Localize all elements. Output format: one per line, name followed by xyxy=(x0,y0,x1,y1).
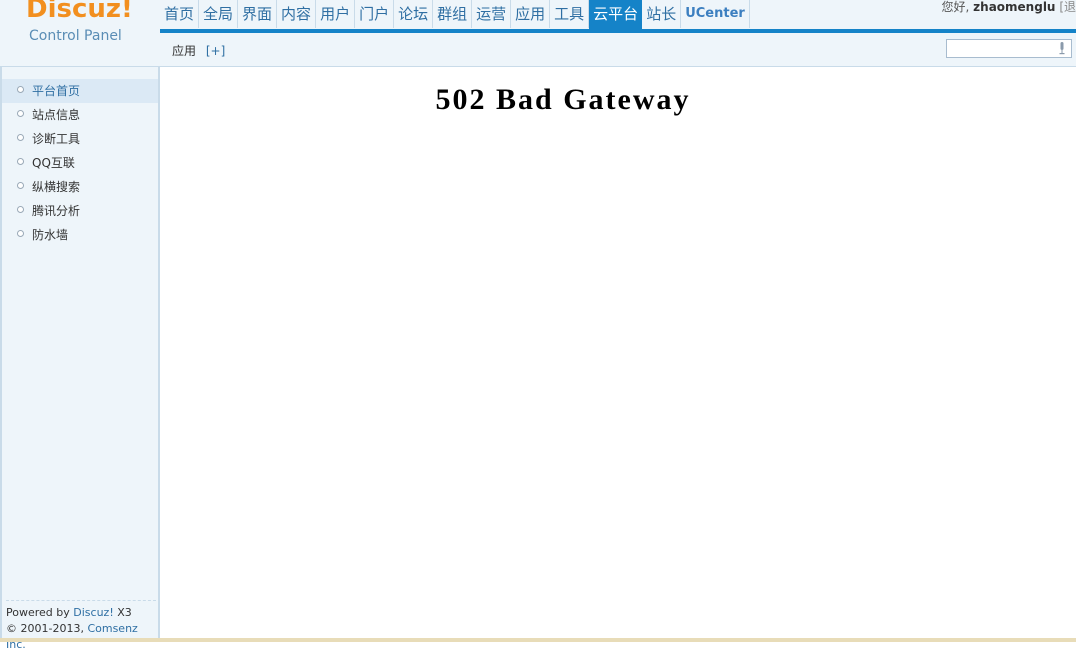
logo[interactable]: Discuz! Control Panel xyxy=(0,0,158,66)
copyright: © 2001-2013, Comsenz Inc. xyxy=(6,621,156,653)
sidebar-item-label: 诊断工具 xyxy=(32,132,81,146)
nav-item-cloud[interactable]: 云平台 xyxy=(589,0,643,30)
subnav: 应用 [+] xyxy=(172,42,225,59)
logout-link[interactable]: [退 xyxy=(1059,0,1076,14)
logo-brand: Discuz! xyxy=(26,0,133,24)
bullet-icon xyxy=(17,230,24,237)
nav-item-apps[interactable]: 应用 xyxy=(511,0,551,28)
top-nav: 首页 全局 界面 内容 用户 门户 论坛 群组 运营 应用 工具 云平台 站长 … xyxy=(160,0,750,30)
bullet-icon xyxy=(17,110,24,117)
nav-item-users[interactable]: 用户 xyxy=(316,0,356,28)
sidebar-item-diagnostic[interactable]: 诊断工具 xyxy=(2,127,158,151)
nav-rule xyxy=(160,29,1076,33)
nav-item-global[interactable]: 全局 xyxy=(199,0,239,28)
powered-by: Powered by Discuz! X3 xyxy=(6,605,156,621)
sidebar: 平台首页 站点信息 诊断工具 QQ互联 纵横搜索 腾讯分析 防水墙 Powere… xyxy=(0,67,160,651)
username: zhaomenglu xyxy=(973,0,1056,14)
sidebar-item-label: 腾讯分析 xyxy=(32,204,81,218)
bullet-icon xyxy=(17,86,24,93)
nav-item-founder[interactable]: 站长 xyxy=(642,0,682,28)
nav-item-tools[interactable]: 工具 xyxy=(550,0,590,28)
add-shortcut-link[interactable]: [+] xyxy=(206,44,225,58)
nav-item-home[interactable]: 首页 xyxy=(160,0,200,28)
subnav-label: 应用 xyxy=(172,44,197,58)
powered-version: X3 xyxy=(113,606,132,619)
search-input[interactable] xyxy=(947,40,1053,57)
sidebar-item-analytics[interactable]: 腾讯分析 xyxy=(2,199,158,223)
nav-item-portal[interactable]: 门户 xyxy=(355,0,395,28)
search-box xyxy=(946,39,1072,58)
powered-prefix: Powered by xyxy=(6,606,74,619)
bullet-icon xyxy=(17,158,24,165)
sidebar-item-label: 纵横搜索 xyxy=(32,180,81,194)
bullet-icon xyxy=(17,206,24,213)
logo-subtitle: Control Panel xyxy=(29,28,122,44)
sidebar-item-qq-connect[interactable]: QQ互联 xyxy=(2,151,158,175)
bullet-icon xyxy=(17,134,24,141)
main-content: 502 Bad Gateway xyxy=(160,67,1076,640)
microphone-icon[interactable] xyxy=(1059,42,1065,55)
sidebar-footer: Powered by Discuz! X3 © 2001-2013, Comse… xyxy=(6,600,156,653)
nav-item-style[interactable]: 界面 xyxy=(238,0,278,28)
nav-item-content[interactable]: 内容 xyxy=(277,0,317,28)
discuz-link[interactable]: Discuz! xyxy=(73,606,113,619)
user-greeting: 您好, zhaomenglu [退 xyxy=(942,0,1076,15)
error-title: 502 Bad Gateway xyxy=(435,83,691,116)
nav-item-group[interactable]: 群组 xyxy=(433,0,473,28)
header: Discuz! Control Panel 首页 全局 界面 内容 用户 门户 … xyxy=(0,0,1076,67)
bottom-bar xyxy=(0,638,1076,642)
copyright-prefix: © 2001-2013, xyxy=(6,622,88,635)
sidebar-item-firewall[interactable]: 防水墙 xyxy=(2,223,158,247)
sidebar-item-search[interactable]: 纵横搜索 xyxy=(2,175,158,199)
sidebar-item-label: QQ互联 xyxy=(32,156,75,170)
nav-item-ucenter[interactable]: UCenter xyxy=(681,0,750,28)
greeting-prefix: 您好, xyxy=(941,0,970,14)
nav-item-operation[interactable]: 运营 xyxy=(472,0,512,28)
sidebar-item-label: 防水墙 xyxy=(32,228,69,242)
bullet-icon xyxy=(17,182,24,189)
nav-item-forum[interactable]: 论坛 xyxy=(394,0,434,28)
